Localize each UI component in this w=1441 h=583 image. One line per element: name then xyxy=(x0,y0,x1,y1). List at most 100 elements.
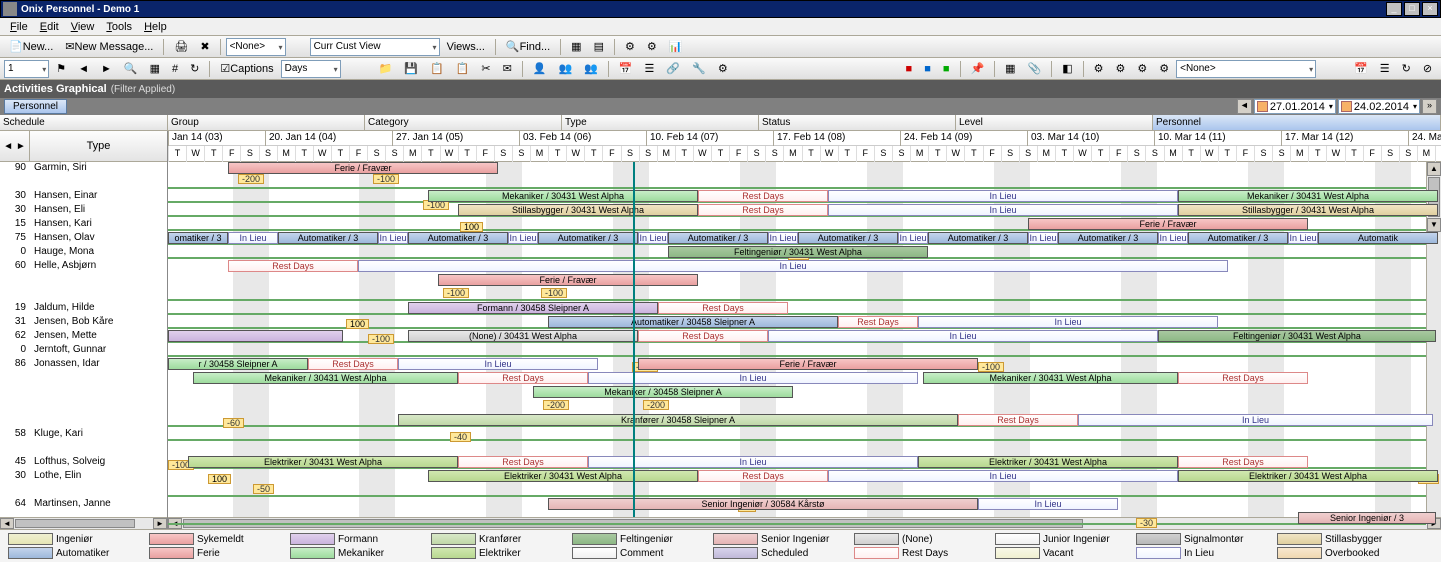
folder-icon[interactable]: 📁 xyxy=(374,60,398,78)
misc-icon-4[interactable]: ⚙ xyxy=(1154,60,1174,78)
gantt-bar[interactable]: Mekaniker / 30431 West Alpha xyxy=(923,372,1178,384)
person-row[interactable]: 86Jonassen, Idar xyxy=(0,358,167,428)
day-cell[interactable]: S xyxy=(259,146,277,162)
gantt-bar[interactable]: In Lieu xyxy=(398,358,598,370)
day-cell[interactable]: M xyxy=(1290,146,1308,162)
gantt-bar[interactable]: In Lieu xyxy=(1288,232,1318,244)
tab-personnel[interactable]: Personnel xyxy=(4,99,67,114)
day-cell[interactable]: T xyxy=(1091,146,1109,162)
tool-icon[interactable]: 🔧 xyxy=(687,60,711,78)
pin-icon[interactable]: 📌 xyxy=(965,60,989,78)
line-combo[interactable]: 1 Line xyxy=(4,60,49,78)
misc-icon-2[interactable]: ⚙ xyxy=(1110,60,1130,78)
gantt-bar[interactable]: Feltingeniør / 30431 West Alpha xyxy=(1158,330,1436,342)
filter-combo-1[interactable]: <None> xyxy=(226,38,286,56)
misc-icon-3[interactable]: ⚙ xyxy=(1132,60,1152,78)
day-cell[interactable]: W xyxy=(1200,146,1218,162)
views-button[interactable]: Views... xyxy=(442,38,490,56)
day-cell[interactable]: S xyxy=(747,146,765,162)
nav-next-icon[interactable]: ► xyxy=(96,60,117,78)
tool-icon-b[interactable]: ⚙ xyxy=(642,38,662,56)
zoom-icon[interactable]: 🔍 xyxy=(119,60,143,78)
hash-icon[interactable]: # xyxy=(167,60,183,78)
gantt-bar[interactable]: Automatiker / 3 xyxy=(928,232,1028,244)
cal2-icon[interactable]: 📅 xyxy=(1349,60,1373,78)
gantt-bar[interactable]: Stillasbygger / 30431 West Alpha xyxy=(1178,204,1438,216)
gantt-bar[interactable]: Automatiker / 3 xyxy=(1058,232,1158,244)
person-row[interactable]: 58Kluge, Kari xyxy=(0,428,167,442)
gantt-bar[interactable]: Rest Days xyxy=(658,302,788,314)
day-cell[interactable]: W xyxy=(946,146,964,162)
gantt-bar[interactable]: Rest Days xyxy=(1178,456,1308,468)
day-cell[interactable]: S xyxy=(874,146,892,162)
day-cell[interactable]: T xyxy=(204,146,222,162)
gantt-bar[interactable]: Rest Days xyxy=(308,358,398,370)
gantt-bar[interactable]: Ferie / Fravær xyxy=(228,162,498,174)
person-row[interactable]: 15Hansen, Kari xyxy=(0,218,167,232)
day-cell[interactable]: F xyxy=(983,146,1001,162)
person-row[interactable]: 45Lofthus, Solveig xyxy=(0,456,167,470)
day-cell[interactable]: F xyxy=(1109,146,1127,162)
task-icon[interactable]: ☰ xyxy=(640,60,660,78)
color-red-icon[interactable]: ■ xyxy=(901,60,918,78)
day-cell[interactable]: M xyxy=(530,146,548,162)
day-cell[interactable]: S xyxy=(1381,146,1399,162)
day-cell[interactable]: T xyxy=(838,146,856,162)
type-column-header[interactable]: Type xyxy=(30,131,167,161)
day-cell[interactable]: T xyxy=(1182,146,1200,162)
gantt-bar[interactable] xyxy=(168,330,343,342)
gantt-bar[interactable]: Rest Days xyxy=(698,204,828,216)
day-cell[interactable]: M xyxy=(1417,146,1435,162)
gantt-bar[interactable]: Rest Days xyxy=(458,456,588,468)
gantt-bar[interactable]: In Lieu xyxy=(378,232,408,244)
gantt-bar[interactable]: Rest Days xyxy=(698,470,828,482)
table-icon[interactable]: ▦ xyxy=(1000,60,1020,78)
day-cell[interactable]: S xyxy=(1001,146,1019,162)
day-cell[interactable]: T xyxy=(1435,146,1441,162)
gantt-bar[interactable]: In Lieu xyxy=(1028,232,1058,244)
date-prev-button[interactable]: ◄ xyxy=(1237,99,1252,114)
day-cell[interactable]: S xyxy=(1019,146,1037,162)
mail-icon[interactable]: ✉ xyxy=(498,60,517,78)
help-icon[interactable]: ⊘ xyxy=(1418,60,1437,78)
gantt-bar[interactable]: Automatiker / 3 xyxy=(668,232,768,244)
day-cell[interactable]: S xyxy=(240,146,258,162)
color-green-icon[interactable]: ■ xyxy=(938,60,955,78)
gantt-bar[interactable]: In Lieu xyxy=(228,232,278,244)
gantt-bar[interactable]: Rest Days xyxy=(1178,372,1308,384)
view-combo[interactable]: Curr Cust View xyxy=(310,38,440,56)
day-cell[interactable]: T xyxy=(421,146,439,162)
gantt-bar[interactable]: Senior Ingeniør / 30584 Kårstø xyxy=(548,498,978,510)
day-cell[interactable]: T xyxy=(1308,146,1326,162)
col-schedule[interactable]: Schedule xyxy=(0,115,168,130)
week-cell[interactable]: Jan 14 (03) xyxy=(168,131,265,146)
minimize-button[interactable]: _ xyxy=(1386,2,1402,16)
gantt-bar[interactable]: r / 30458 Sleipner A xyxy=(168,358,308,370)
gantt-bar[interactable]: Automatiker / 30458 Sleipner A xyxy=(548,316,838,328)
gantt-bar[interactable]: Elektriker / 30431 West Alpha xyxy=(1178,470,1438,482)
day-cell[interactable]: T xyxy=(1218,146,1236,162)
day-cell[interactable]: M xyxy=(910,146,928,162)
day-cell[interactable]: F xyxy=(1363,146,1381,162)
day-cell[interactable]: T xyxy=(458,146,476,162)
day-cell[interactable]: S xyxy=(639,146,657,162)
person-row[interactable]: 75Hansen, Olav xyxy=(0,232,167,246)
gantt-bar[interactable]: In Lieu xyxy=(588,456,918,468)
day-cell[interactable]: T xyxy=(675,146,693,162)
day-cell[interactable]: T xyxy=(711,146,729,162)
person-row[interactable]: 30Hansen, Eli xyxy=(0,204,167,218)
week-cell[interactable]: 17. Mar 14 (12) xyxy=(1281,131,1408,146)
day-cell[interactable]: T xyxy=(1345,146,1363,162)
gantt-bar[interactable]: Elektriker / 30431 West Alpha xyxy=(188,456,458,468)
day-cell[interactable]: T xyxy=(548,146,566,162)
col-status[interactable]: Status xyxy=(759,115,956,130)
day-cell[interactable]: T xyxy=(1055,146,1073,162)
gantt-bar[interactable]: Elektriker / 30431 West Alpha xyxy=(428,470,698,482)
menu-view[interactable]: View xyxy=(65,19,101,35)
cal-icon[interactable]: 📅 xyxy=(614,60,638,78)
col-type[interactable]: Type xyxy=(562,115,759,130)
day-cell[interactable]: F xyxy=(349,146,367,162)
cut-icon[interactable]: ✂ xyxy=(476,60,495,78)
person-row[interactable]: 0Hauge, Mona xyxy=(0,246,167,260)
gantt-bar[interactable]: Kranfører / 30458 Sleipner A xyxy=(398,414,958,426)
